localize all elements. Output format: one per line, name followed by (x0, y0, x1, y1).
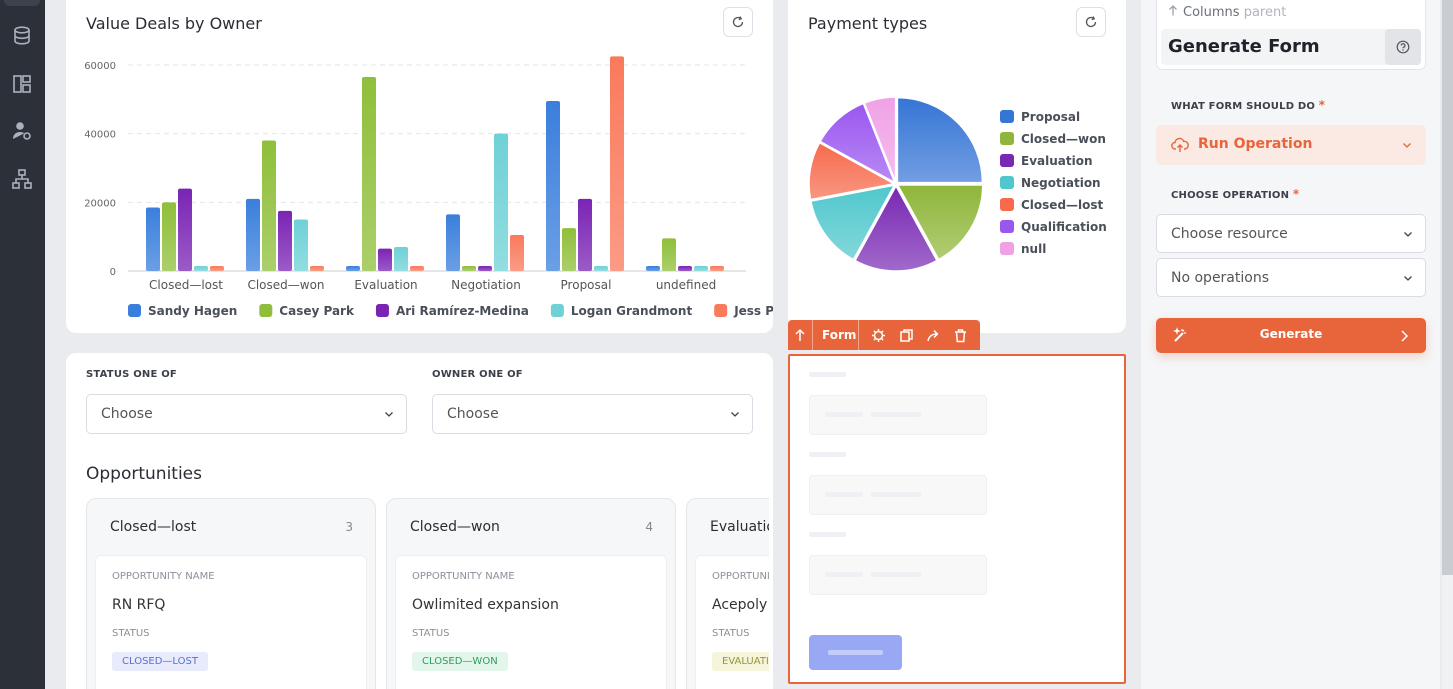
column-count: 4 (645, 520, 653, 534)
legend-swatch (1000, 242, 1014, 255)
form-action-select[interactable]: Run Operation (1156, 125, 1426, 165)
column-title: Closed—won (410, 519, 500, 535)
pie-chart: Proposal Closed—won Evaluation Negotiation C… (808, 96, 1107, 272)
pie-chart-card: Payment types Proposal Closed—won Evaluati… (788, 0, 1126, 333)
legend-swatch (1000, 176, 1014, 189)
kanban-board: Closed—lost 3 OPPORTUNITY NAME RN RFQ ST… (66, 0, 769, 689)
arrow-up-icon (1169, 5, 1177, 16)
legend-swatch (1000, 110, 1014, 123)
column-title: Evaluation (710, 519, 769, 535)
sidebar-active-indicator (4, 0, 40, 6)
opportunity-card[interactable]: OPPORTUNITY NAME RN RFQ STATUS CLOSED—LO… (95, 555, 367, 689)
status-label: STATUS (112, 628, 150, 639)
opportunity-name-label: OPPORTUNITY NAME (712, 571, 769, 582)
status-label: STATUS (712, 628, 750, 639)
generate-button[interactable]: Generate (1156, 318, 1426, 353)
copy-icon[interactable] (899, 328, 914, 343)
chevron-down-icon (1403, 143, 1411, 148)
opportunity-name-label: OPPORTUNITY NAME (412, 571, 515, 582)
legend-label: Qualification (1021, 220, 1107, 234)
kanban-column: Closed—lost 3 OPPORTUNITY NAME RN RFQ ST… (86, 498, 376, 689)
trash-icon[interactable] (953, 328, 968, 343)
skeleton-label (809, 372, 846, 377)
skeleton-label (809, 532, 846, 537)
legend-label: Evaluation (1021, 154, 1093, 168)
status-badge: EVALUATION (712, 652, 769, 671)
legend-label: Closed—won (1021, 132, 1106, 146)
user-settings-icon[interactable] (11, 120, 33, 142)
panel-title-box: Generate Form (1161, 29, 1421, 65)
gear-icon[interactable] (871, 328, 886, 343)
resource-select[interactable]: Choose resource (1156, 214, 1426, 253)
panel-title: Generate Form (1168, 36, 1320, 57)
skeleton-submit-button (809, 635, 902, 670)
resource-value: Choose resource (1171, 225, 1288, 242)
layout-icon[interactable] (11, 73, 33, 95)
opportunity-card[interactable]: OPPORTUNITY NAME Owlimited expansion STA… (395, 555, 667, 689)
help-button[interactable] (1385, 29, 1421, 65)
cloud-upload-icon (1171, 137, 1189, 152)
legend-label: Negotiation (1021, 176, 1101, 190)
parent-link[interactable]: Columns parent (1168, 5, 1286, 20)
kanban-column: Evaluation OPPORTUNITY NAME Acepoly f ST… (686, 498, 769, 689)
opportunity-name: RN RFQ (112, 597, 166, 613)
panel-header: Columns parent Generate Form (1156, 0, 1426, 70)
sitemap-icon[interactable] (11, 168, 33, 190)
legend-label: Proposal (1021, 110, 1080, 124)
skeleton-label (809, 452, 846, 457)
form-label: Form (822, 328, 857, 342)
kanban-column: Closed—won 4 OPPORTUNITY NAME Owlimited … (386, 498, 676, 689)
generate-label: Generate (1259, 327, 1323, 341)
move-icon[interactable] (926, 328, 941, 343)
opportunity-name: Acepoly f (712, 597, 769, 613)
chevron-down-icon (1404, 231, 1412, 237)
form-action-value: Run Operation (1198, 136, 1313, 152)
choose-operation-label: CHOOSE OPERATION * (1171, 187, 1300, 201)
chevron-down-icon (1404, 275, 1412, 281)
legend-swatch (1000, 220, 1014, 233)
skeleton-field (809, 555, 987, 595)
legend-swatch (1000, 132, 1014, 145)
legend-item[interactable]: Evaluation (1000, 154, 1093, 168)
scrollbar-track[interactable] (1442, 575, 1453, 689)
arrow-up-icon[interactable] (794, 328, 806, 342)
column-count: 3 (345, 520, 353, 534)
skeleton-field (809, 475, 987, 515)
chevron-right-icon (1401, 330, 1408, 342)
block-toolbar: Form (788, 320, 980, 350)
legend-label: Closed—lost (1021, 198, 1104, 212)
status-label: STATUS (412, 628, 450, 639)
help-icon (1396, 40, 1410, 54)
legend-swatch (1000, 154, 1014, 167)
legend-item[interactable]: null (1000, 242, 1046, 256)
legend-item[interactable]: Closed—won (1000, 132, 1106, 146)
status-badge: CLOSED—LOST (112, 652, 208, 671)
left-sidebar (0, 0, 45, 689)
skeleton-field (809, 395, 987, 435)
form-block-placeholder[interactable] (788, 354, 1126, 684)
legend-label: null (1021, 242, 1046, 256)
operation-value: No operations (1171, 269, 1269, 286)
opportunity-name: Owlimited expansion (412, 597, 559, 613)
database-icon[interactable] (11, 25, 33, 47)
legend-item[interactable]: Proposal (1000, 110, 1080, 124)
what-form-label: WHAT FORM SHOULD DO * (1171, 98, 1326, 112)
legend-item[interactable]: Qualification (1000, 220, 1107, 234)
pie-slice[interactable] (896, 96, 984, 184)
column-title: Closed—lost (110, 519, 197, 535)
opportunity-card[interactable]: OPPORTUNITY NAME Acepoly f STATUS EVALUA… (695, 555, 769, 689)
scrollbar-thumb[interactable] (1442, 0, 1453, 575)
operation-select[interactable]: No operations (1156, 258, 1426, 297)
legend-item[interactable]: Closed—lost (1000, 198, 1104, 212)
opportunity-name-label: OPPORTUNITY NAME (112, 571, 215, 582)
legend-item[interactable]: Negotiation (1000, 176, 1101, 190)
status-badge: CLOSED—WON (412, 652, 508, 671)
legend-swatch (1000, 198, 1014, 211)
